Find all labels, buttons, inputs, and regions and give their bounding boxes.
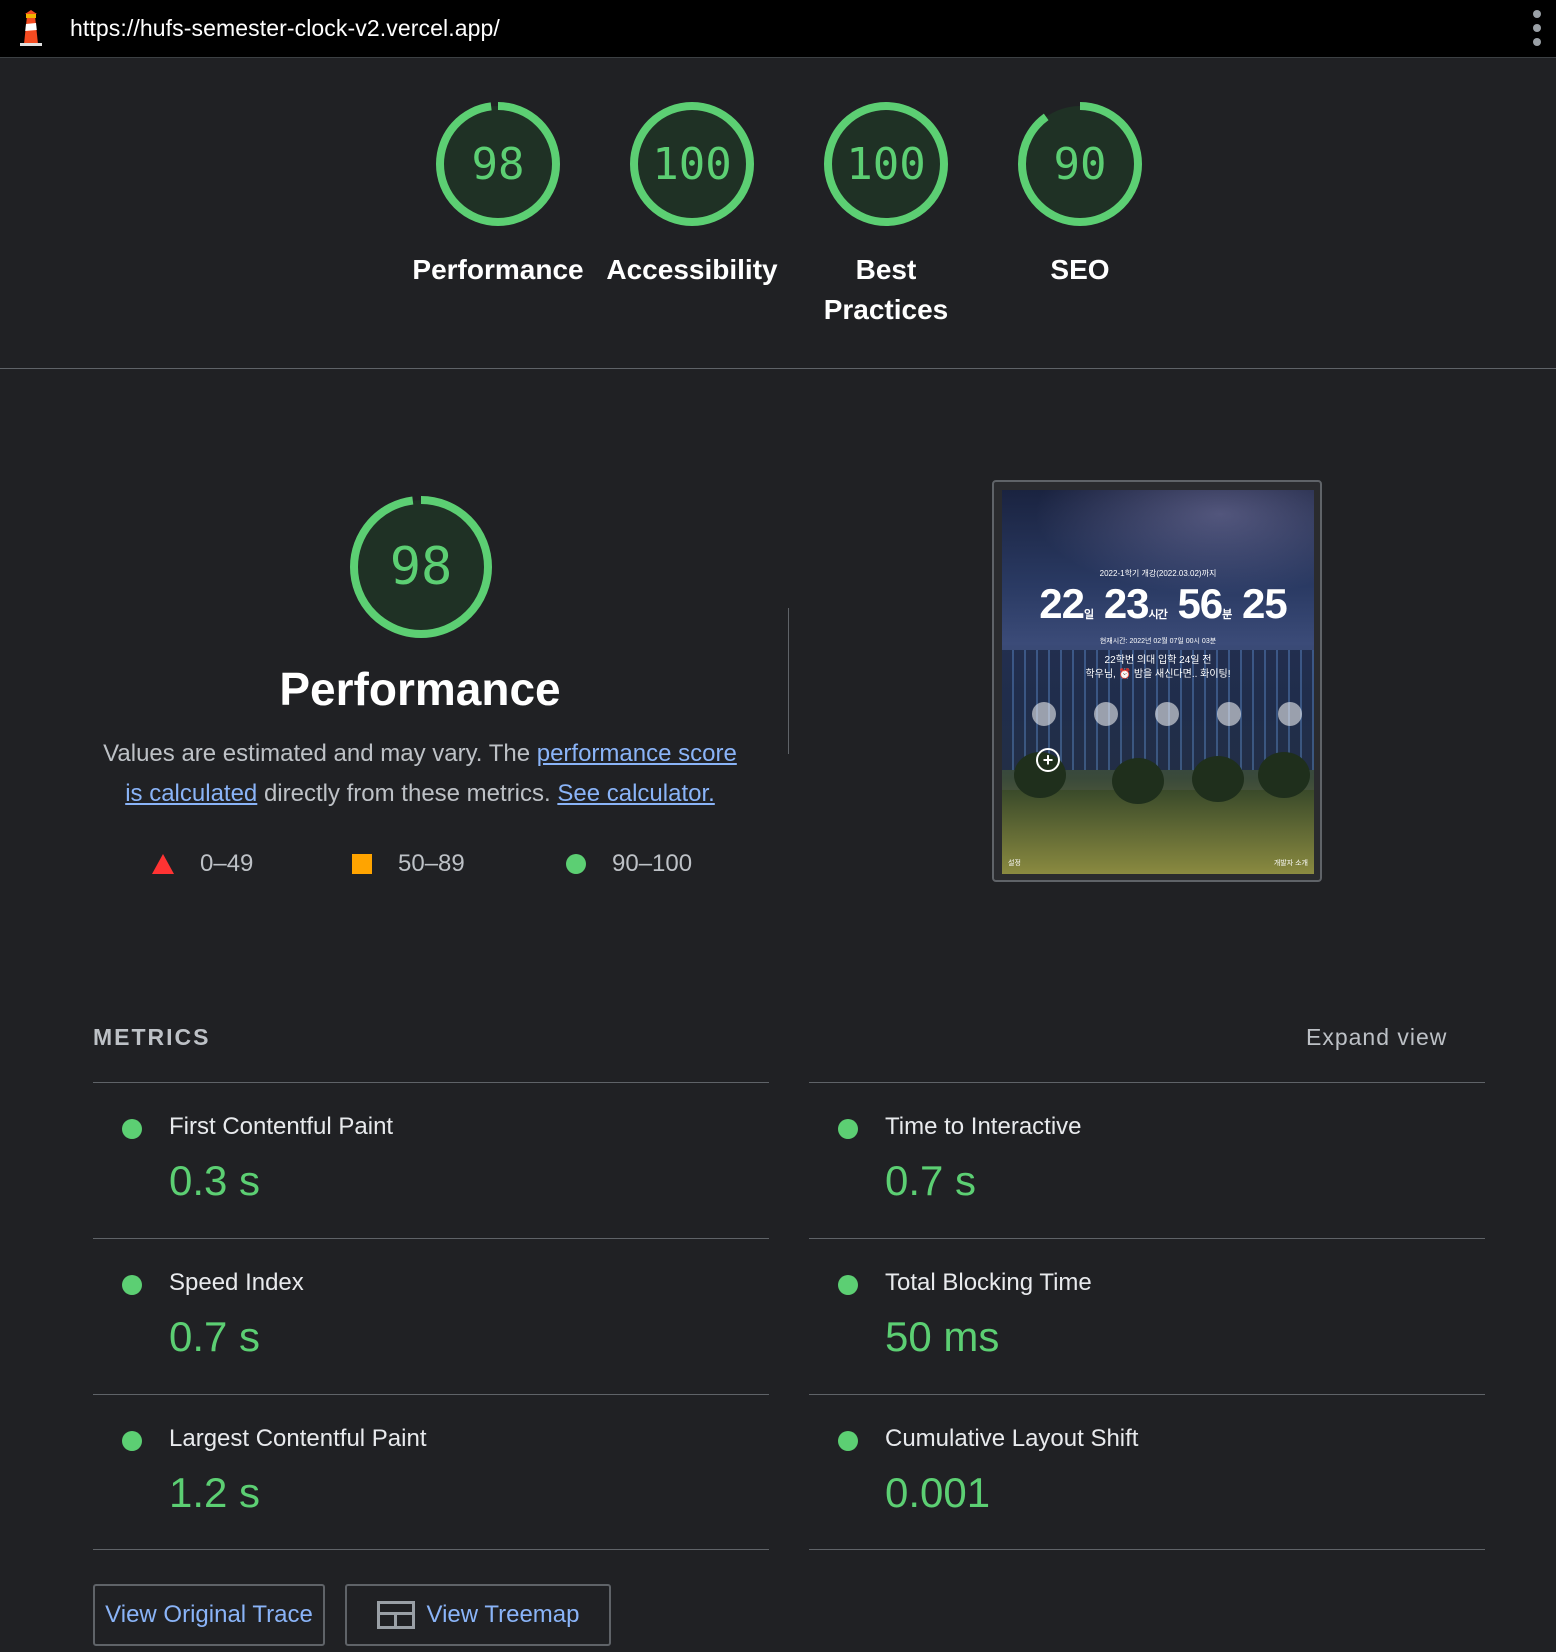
metric-value: 0.001: [885, 1469, 991, 1516]
metrics-right-column: Time to Interactive 0.7 s Total Blocking…: [809, 1082, 1485, 1550]
pass-circle-icon: [122, 1119, 142, 1139]
view-treemap-button[interactable]: View Treemap: [345, 1584, 611, 1646]
countdown-days: 22: [1039, 580, 1085, 627]
desc-text: directly from these metrics.: [257, 780, 558, 807]
metric-name: Largest Contentful Paint: [169, 1425, 427, 1452]
legend-average: 50–89: [352, 850, 465, 878]
gauge-score: 90: [1053, 138, 1107, 190]
screenshot-image: 2022-1학기 개강(2022.03.02)까지 22일 23시간 56분 2…: [1002, 490, 1314, 874]
url-bar: https://hufs-semester-clock-v2.vercel.ap…: [0, 0, 1556, 58]
screenshot-footer-left: 설정: [1008, 860, 1021, 867]
screenshot-footer-right: 개발자 소개: [1273, 860, 1308, 867]
metric-name: First Contentful Paint: [169, 1113, 394, 1140]
gauge-label: Performance: [412, 254, 584, 285]
shortcut-icon: [1032, 702, 1056, 726]
metric-speed-index: Speed Index 0.7 s: [93, 1238, 769, 1394]
shortcut-icon: [1278, 702, 1302, 726]
gauge-score: 98: [471, 138, 525, 190]
metric-first-contentful-paint: First Contentful Paint 0.3 s: [93, 1082, 769, 1238]
gauge-performance[interactable]: 98 Performance: [408, 98, 588, 290]
button-label: View Original Trace: [105, 1601, 313, 1628]
screenshot-countdown: 22일 23시간 56분 25: [1002, 580, 1314, 628]
tree: [1112, 758, 1164, 804]
gauge-score: 100: [652, 138, 732, 190]
screenshot-heading: 2022-1학기 개강(2022.03.02)까지: [1099, 569, 1217, 578]
view-original-trace-button[interactable]: View Original Trace: [93, 1584, 325, 1646]
metrics-left-column: First Contentful Paint 0.3 s Speed Index…: [93, 1082, 769, 1550]
lawn: [1002, 790, 1314, 874]
score-header: 98 Performance 100 Accessibility 100 Bes…: [0, 58, 1556, 369]
legend-fail: 0–49: [152, 850, 253, 878]
plus-icon: +: [1036, 748, 1060, 772]
metric-value: 0.7 s: [169, 1313, 261, 1360]
screenshot-shortcuts: [1032, 702, 1302, 726]
circle-icon: [566, 854, 586, 874]
pass-circle-icon: [838, 1431, 858, 1451]
countdown-hours: 23: [1103, 580, 1150, 627]
shortcut-icon: [1155, 702, 1179, 726]
countdown-minutes: 56: [1177, 580, 1223, 627]
metric-name: Time to Interactive: [885, 1113, 1082, 1140]
gauge-seo[interactable]: 90 SEO: [990, 98, 1170, 290]
metric-value: 1.2 s: [169, 1469, 261, 1516]
performance-score: 98: [389, 537, 453, 597]
desc-text: Values are estimated and may vary. The: [103, 740, 537, 767]
legend-label: 50–89: [398, 850, 465, 877]
gauge-label: Best Practices: [821, 250, 951, 330]
final-screenshot[interactable]: 2022-1학기 개강(2022.03.02)까지 22일 23시간 56분 2…: [992, 480, 1322, 882]
shortcut-icon: [1216, 702, 1241, 726]
metric-total-blocking-time: Total Blocking Time 50 ms: [809, 1238, 1485, 1394]
countdown-unit: 분: [1222, 609, 1232, 621]
gauge-label: Accessibility: [606, 254, 778, 285]
metric-value: 0.3 s: [169, 1157, 261, 1204]
treemap-icon: [376, 1601, 415, 1629]
legend-label: 0–49: [200, 850, 254, 877]
message-line: 22학번 의대 입학 24일 전: [1104, 655, 1212, 666]
square-icon: [352, 854, 372, 874]
legend-pass: 90–100: [566, 850, 692, 878]
countdown-unit: 시간: [1148, 609, 1168, 621]
expand-view-toggle[interactable]: Expand view: [1306, 1024, 1447, 1051]
metric-largest-contentful-paint: Largest Contentful Paint 1.2 s: [93, 1394, 769, 1550]
metrics-heading: METRICS: [93, 1024, 211, 1050]
more-options-icon[interactable]: [1530, 10, 1544, 46]
metric-name: Speed Index: [169, 1269, 304, 1296]
see-calculator-link[interactable]: See calculator.: [557, 780, 714, 807]
pass-circle-icon: [838, 1119, 858, 1139]
tree: [1192, 756, 1244, 802]
countdown-unit: 일: [1084, 609, 1094, 621]
gauge-score: 100: [846, 138, 926, 190]
pass-circle-icon: [838, 1275, 858, 1295]
pass-circle-icon: [122, 1275, 142, 1295]
shortcut-icon: [1093, 702, 1118, 726]
metric-cumulative-layout-shift: Cumulative Layout Shift 0.001: [809, 1394, 1485, 1550]
lighthouse-icon: [20, 10, 42, 46]
performance-description: Values are estimated and may vary. The p…: [92, 734, 748, 814]
countdown-seconds: 25: [1241, 580, 1288, 627]
metric-time-to-interactive: Time to Interactive 0.7 s: [809, 1082, 1485, 1238]
screenshot-message: 22학번 의대 입학 24일 전학우님, ⏰ 밤을 새신다면.. 화이팅!: [1002, 654, 1314, 682]
pass-circle-icon: [122, 1431, 142, 1451]
divider: [788, 608, 789, 754]
gauge-best-practices[interactable]: 100 Best Practices: [796, 98, 976, 330]
metric-name: Cumulative Layout Shift: [885, 1425, 1139, 1452]
message-line: 학우님, ⏰ 밤을 새신다면.. 화이팅!: [1085, 669, 1231, 680]
metric-value: 0.7 s: [885, 1157, 977, 1204]
performance-title: Performance: [279, 663, 561, 715]
gauge-accessibility[interactable]: 100 Accessibility: [602, 98, 782, 290]
triangle-icon: [152, 854, 174, 874]
button-label: View Treemap: [426, 1601, 580, 1628]
gauge-label-text: Best Practices: [823, 254, 949, 325]
legend-label: 90–100: [612, 850, 693, 877]
metric-name: Total Blocking Time: [885, 1269, 1092, 1296]
screenshot-now: 현재시간: 2022년 02월 07일 00시 03분: [1099, 638, 1217, 645]
report-url[interactable]: https://hufs-semester-clock-v2.vercel.ap…: [70, 15, 500, 42]
metric-value: 50 ms: [885, 1313, 1000, 1360]
gauge-label: SEO: [1050, 254, 1110, 285]
tree: [1258, 752, 1310, 798]
